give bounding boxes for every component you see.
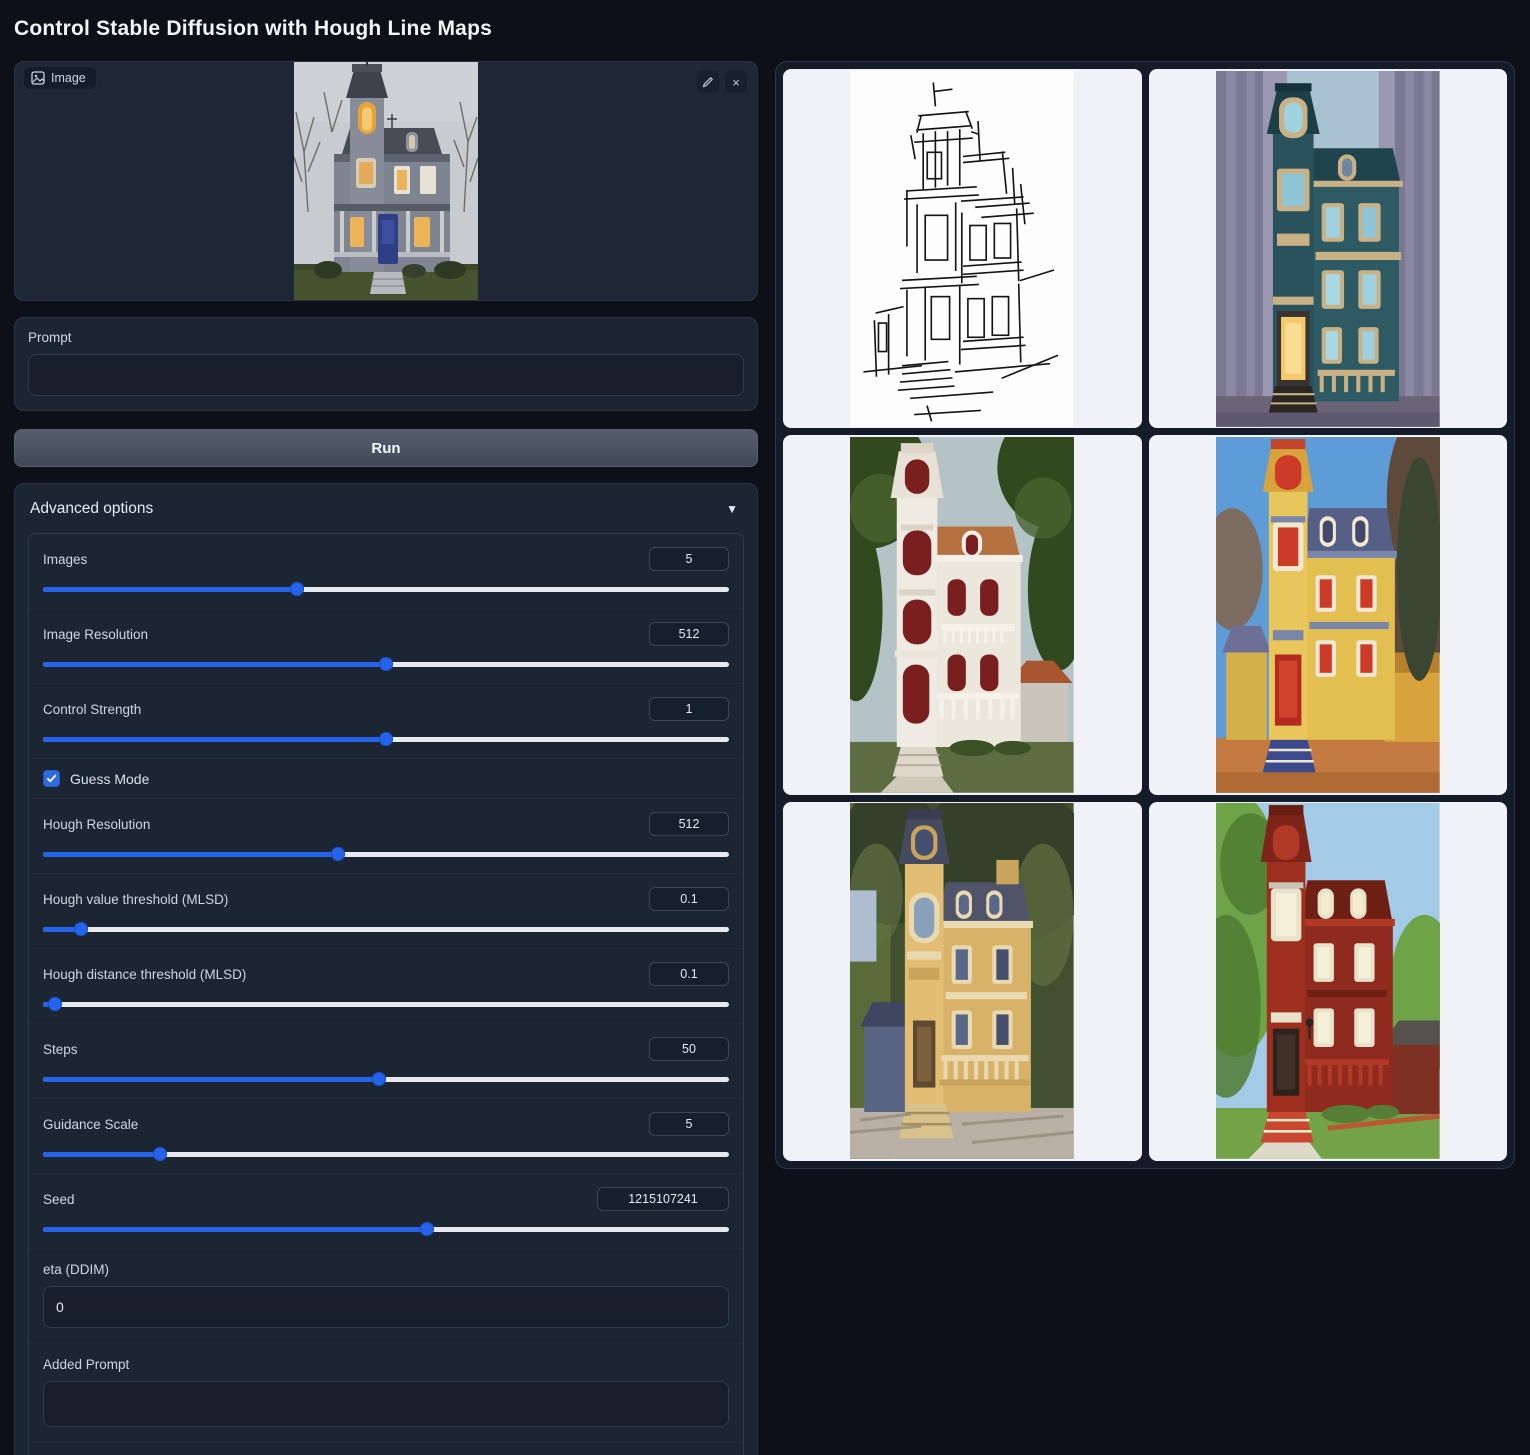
close-icon: × — [732, 75, 740, 90]
input-image-widget[interactable]: Image × — [14, 61, 758, 301]
slider-row-images: Images — [29, 534, 743, 608]
teal-house-image — [1216, 71, 1440, 427]
guess-mode-label: Guess Mode — [70, 771, 149, 787]
gallery-item-red-house[interactable] — [1149, 802, 1508, 1161]
seed-slider[interactable] — [43, 1222, 729, 1236]
control-strength-slider[interactable] — [43, 732, 729, 746]
gallery-item-yellow-house[interactable] — [1149, 435, 1508, 794]
prompt-input[interactable] — [28, 354, 744, 396]
slider-row-hough-resolution: Hough Resolution — [29, 798, 743, 873]
hough-value-threshold-slider[interactable] — [43, 922, 729, 936]
pencil-icon — [702, 76, 714, 88]
images-value-input[interactable] — [649, 547, 729, 571]
clear-image-button[interactable]: × — [725, 71, 747, 93]
slider-label: Guidance Scale — [43, 1117, 138, 1132]
page-title: Control Stable Diffusion with Hough Line… — [0, 0, 1530, 61]
yellow-house-image — [1216, 437, 1440, 793]
edit-image-button[interactable] — [697, 71, 719, 93]
main-layout: Image × — [0, 61, 1530, 1455]
advanced-options-panel: Images Image Resolution — [28, 533, 744, 1455]
image-icon — [31, 71, 45, 85]
slider-handle[interactable] — [331, 847, 345, 861]
steps-value-input[interactable] — [649, 1037, 729, 1061]
slider-handle[interactable] — [48, 997, 62, 1011]
image-widget-actions: × — [697, 71, 747, 93]
advanced-options-header[interactable]: Advanced options ▼ — [28, 496, 744, 520]
added-prompt-input[interactable] — [43, 1381, 729, 1427]
gold-house-image — [850, 803, 1074, 1159]
added-prompt-label: Added Prompt — [43, 1357, 729, 1372]
slider-label: Image Resolution — [43, 627, 148, 642]
slider-handle[interactable] — [372, 1072, 386, 1086]
eta-ddim-row: eta (DDIM) — [29, 1248, 743, 1343]
hough-resolution-slider[interactable] — [43, 847, 729, 861]
slider-row-steps: Steps — [29, 1023, 743, 1098]
slider-label: Seed — [43, 1192, 75, 1207]
result-gallery — [775, 61, 1515, 1169]
slider-handle[interactable] — [379, 657, 393, 671]
run-button[interactable]: Run — [14, 429, 758, 467]
hough-value-threshold-input[interactable] — [649, 887, 729, 911]
steps-slider[interactable] — [43, 1072, 729, 1086]
input-image-preview — [294, 62, 478, 300]
app-root: Control Stable Diffusion with Hough Line… — [0, 0, 1530, 1455]
hough-line-map-image — [850, 71, 1074, 427]
hough-distance-threshold-slider[interactable] — [43, 997, 729, 1011]
seed-value-input[interactable] — [597, 1187, 729, 1211]
slider-handle[interactable] — [379, 732, 393, 746]
slider-handle[interactable] — [74, 922, 88, 936]
slider-handle[interactable] — [420, 1222, 434, 1236]
slider-handle[interactable] — [290, 582, 304, 596]
eta-ddim-input[interactable] — [43, 1286, 729, 1328]
gallery-item-gold-house[interactable] — [783, 802, 1142, 1161]
guidance-scale-value-input[interactable] — [649, 1112, 729, 1136]
gallery-item-hough-map[interactable] — [783, 69, 1142, 428]
slider-label: Hough value threshold (MLSD) — [43, 892, 228, 907]
hough-distance-threshold-input[interactable] — [649, 962, 729, 986]
slider-label: Hough distance threshold (MLSD) — [43, 967, 246, 982]
added-prompt-row: Added Prompt — [29, 1343, 743, 1442]
slider-label: Hough Resolution — [43, 817, 150, 832]
guidance-scale-slider[interactable] — [43, 1147, 729, 1161]
slider-row-control-strength: Control Strength — [29, 683, 743, 758]
slider-row-guidance-scale: Guidance Scale — [29, 1098, 743, 1173]
right-column — [775, 61, 1515, 1169]
slider-row-hough-value-threshold: Hough value threshold (MLSD) — [29, 873, 743, 948]
advanced-options-title: Advanced options — [30, 500, 153, 518]
hough-resolution-value-input[interactable] — [649, 812, 729, 836]
images-slider[interactable] — [43, 582, 729, 596]
red-house-image — [1216, 803, 1440, 1159]
negative-prompt-row: Negative Prompt — [29, 1442, 743, 1455]
slider-row-seed: Seed — [29, 1173, 743, 1248]
prompt-block: Prompt — [14, 317, 758, 411]
image-component-label: Image — [23, 66, 97, 90]
slider-label: Steps — [43, 1042, 78, 1057]
white-house-image — [850, 437, 1074, 793]
guess-mode-row: Guess Mode — [29, 758, 743, 798]
slider-label: Control Strength — [43, 702, 141, 717]
slider-row-image-resolution: Image Resolution — [29, 608, 743, 683]
control-strength-value-input[interactable] — [649, 697, 729, 721]
left-column: Image × — [14, 61, 758, 1455]
eta-ddim-label: eta (DDIM) — [43, 1262, 729, 1277]
check-icon — [46, 773, 57, 784]
slider-handle[interactable] — [153, 1147, 167, 1161]
gallery-item-white-house[interactable] — [783, 435, 1142, 794]
prompt-label: Prompt — [28, 330, 744, 345]
advanced-options-block: Advanced options ▼ Images — [14, 483, 758, 1455]
chevron-down-icon: ▼ — [726, 502, 742, 516]
image-resolution-slider[interactable] — [43, 657, 729, 671]
slider-row-hough-distance-threshold: Hough distance threshold (MLSD) — [29, 948, 743, 1023]
guess-mode-checkbox[interactable] — [43, 770, 60, 787]
slider-label: Images — [43, 552, 87, 567]
image-resolution-value-input[interactable] — [649, 622, 729, 646]
gallery-item-teal-house[interactable] — [1149, 69, 1508, 428]
